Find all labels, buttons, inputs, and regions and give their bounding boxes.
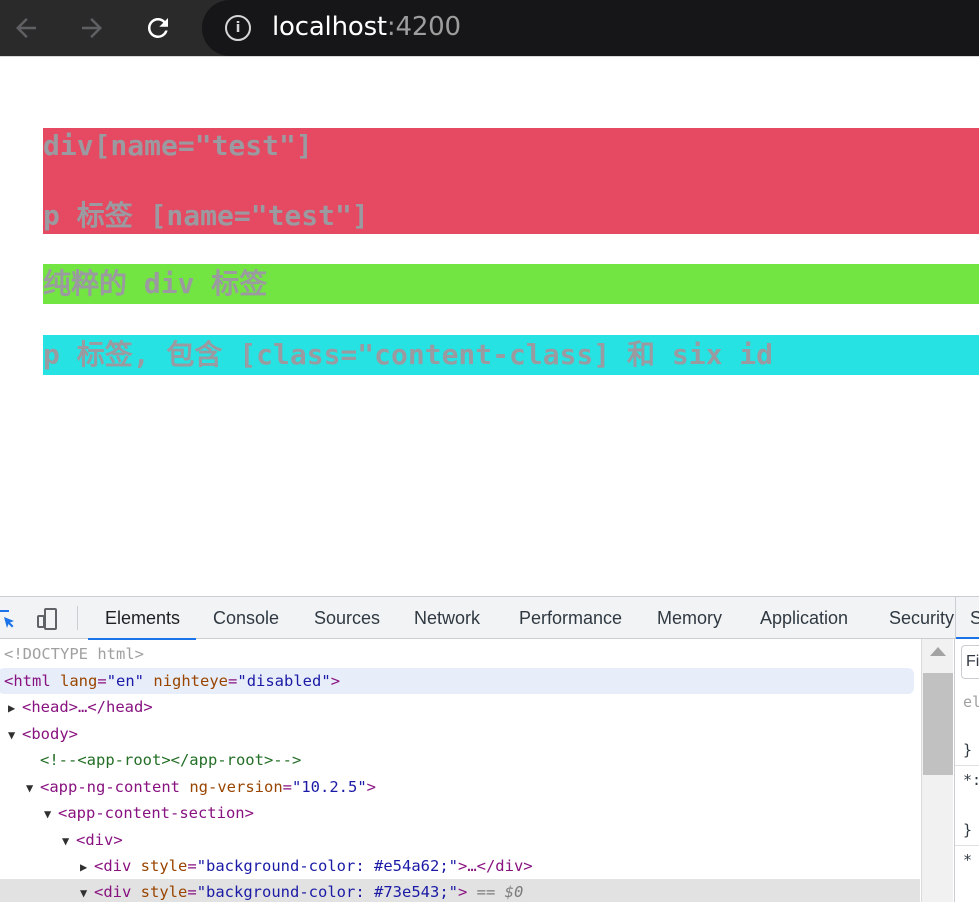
- dom-body[interactable]: ▼ <body>: [8, 721, 920, 747]
- collapse-triangle-icon[interactable]: ▼: [26, 775, 40, 801]
- rule-close-brace: }: [963, 741, 973, 759]
- styles-tab-label: S: [970, 608, 979, 628]
- element-style-label: el: [963, 693, 979, 711]
- tab-performance[interactable]: Performance: [519, 597, 622, 639]
- tab-network[interactable]: Network: [414, 597, 480, 639]
- scroll-up-icon[interactable]: [930, 647, 946, 656]
- html-attr-nighteye: nighteye: [153, 672, 229, 690]
- dom-app-ng-content[interactable]: ▼ <app-ng-content ng-version="10.2.5">: [26, 774, 920, 800]
- selected-marker: == $0: [476, 883, 524, 901]
- styles-tab[interactable]: S: [955, 597, 979, 639]
- browser-toolbar: i localhost:4200: [0, 0, 979, 56]
- dom-doctype[interactable]: <!DOCTYPE html>: [4, 641, 920, 667]
- collapse-triangle-icon[interactable]: ▼: [80, 880, 94, 902]
- doctype-text: <!DOCTYPE html>: [4, 645, 144, 663]
- device-toolbar-icon[interactable]: [36, 607, 60, 631]
- dom-scrollbar[interactable]: [921, 639, 953, 902]
- cyan-block: p 标签, 包含 [class="content-class] 和 six id: [43, 335, 979, 375]
- red-block-line-2: p 标签 [name="test"]: [43, 199, 369, 232]
- url-port: :4200: [386, 12, 461, 42]
- forward-arrow-icon[interactable]: [74, 10, 110, 46]
- toolbar-separator: [77, 606, 78, 630]
- url-text[interactable]: localhost:4200: [272, 12, 461, 42]
- devtools-tab-bar: Elements Console Sources Network Perform…: [0, 597, 979, 640]
- tab-security[interactable]: Security: [889, 597, 954, 639]
- html-attr-lang: lang: [60, 672, 98, 690]
- html-attr-lang-value: "en": [106, 672, 145, 690]
- info-icon[interactable]: i: [225, 15, 251, 41]
- back-arrow-icon[interactable]: [8, 10, 44, 46]
- tab-memory[interactable]: Memory: [657, 597, 722, 639]
- collapse-triangle-icon[interactable]: ▼: [44, 801, 58, 827]
- dom-html[interactable]: <html lang="en" nighteye="disabled">: [0, 668, 914, 694]
- dom-tree: <!DOCTYPE html> <html lang="en" nighteye…: [0, 639, 920, 902]
- dom-div-green-selected[interactable]: ▼ <div style="background-color: #73e543;"…: [0, 879, 920, 902]
- tab-elements[interactable]: Elements: [87, 597, 197, 640]
- red-block-line-1: div[name="test"]: [43, 129, 313, 162]
- dom-div-red[interactable]: ▶ <div style="background-color: #e54a62;"…: [80, 853, 920, 879]
- collapsed-suffix: >…</div>: [457, 857, 533, 875]
- collapse-triangle-icon[interactable]: ▼: [8, 722, 22, 748]
- address-bar[interactable]: i localhost:4200: [202, 0, 979, 56]
- green-block: 纯粹的 div 标签: [43, 264, 979, 304]
- filter-placeholder: Fi: [966, 653, 979, 670]
- ng-version-value: "10.2.5": [292, 778, 367, 796]
- dom-div-wrapper[interactable]: ▼ <div>: [62, 827, 920, 853]
- app-content-section-text: <app-content-section>: [58, 804, 254, 822]
- app-ng-content-tag: app-ng-content: [49, 778, 180, 796]
- inspect-element-icon[interactable]: [0, 607, 18, 631]
- dom-head[interactable]: ▶ <head>…</head>: [8, 694, 920, 720]
- head-text: <head>…</head>: [22, 698, 153, 716]
- rule-close-brace-2: }: [963, 821, 973, 839]
- styles-pane: S Fi el } *: } *: [954, 597, 979, 902]
- expand-triangle-icon[interactable]: ▶: [80, 854, 94, 880]
- dom-app-content-section[interactable]: ▼ <app-content-section>: [44, 800, 920, 826]
- scroll-thumb[interactable]: [923, 673, 953, 775]
- green-block-text: 纯粹的 div 标签: [43, 267, 268, 300]
- style-value-green: "background-color: #73e543;": [196, 883, 458, 901]
- universal-selector: *:: [963, 771, 979, 789]
- toolbar-divider: [0, 56, 979, 65]
- dom-comment[interactable]: <!--<app-root></app-root>-->: [40, 747, 920, 773]
- url-host: localhost: [272, 12, 387, 42]
- cyan-block-text: p 标签, 包含 [class="content-class] 和 six id: [43, 338, 774, 371]
- comment-text: <!--<app-root></app-root>-->: [40, 751, 302, 769]
- collapse-triangle-icon[interactable]: ▼: [62, 828, 76, 854]
- filter-input[interactable]: Fi: [961, 645, 979, 679]
- tab-sources[interactable]: Sources: [314, 597, 380, 639]
- style-value-red: "background-color: #e54a62;": [196, 857, 458, 875]
- div-open-text: <div>: [76, 831, 123, 849]
- red-block: div[name="test"] p 标签 [name="test"]: [43, 128, 979, 234]
- ng-version-attr: ng-version: [189, 778, 283, 796]
- html-tag: html: [13, 672, 51, 690]
- rule-divider-2: [955, 845, 979, 846]
- tab-application[interactable]: Application: [760, 597, 848, 639]
- reload-icon[interactable]: [140, 10, 176, 46]
- rule-divider: [955, 765, 979, 766]
- expand-triangle-icon[interactable]: ▶: [8, 695, 22, 721]
- universal-selector-2: *: [963, 851, 973, 869]
- style-attr: style: [140, 857, 188, 875]
- body-text: <body>: [22, 725, 78, 743]
- html-attr-nighteye-value: "disabled": [237, 672, 331, 690]
- tab-console[interactable]: Console: [213, 597, 279, 639]
- style-attr: style: [140, 883, 188, 901]
- devtools-panel: Elements Console Sources Network Perform…: [0, 596, 979, 902]
